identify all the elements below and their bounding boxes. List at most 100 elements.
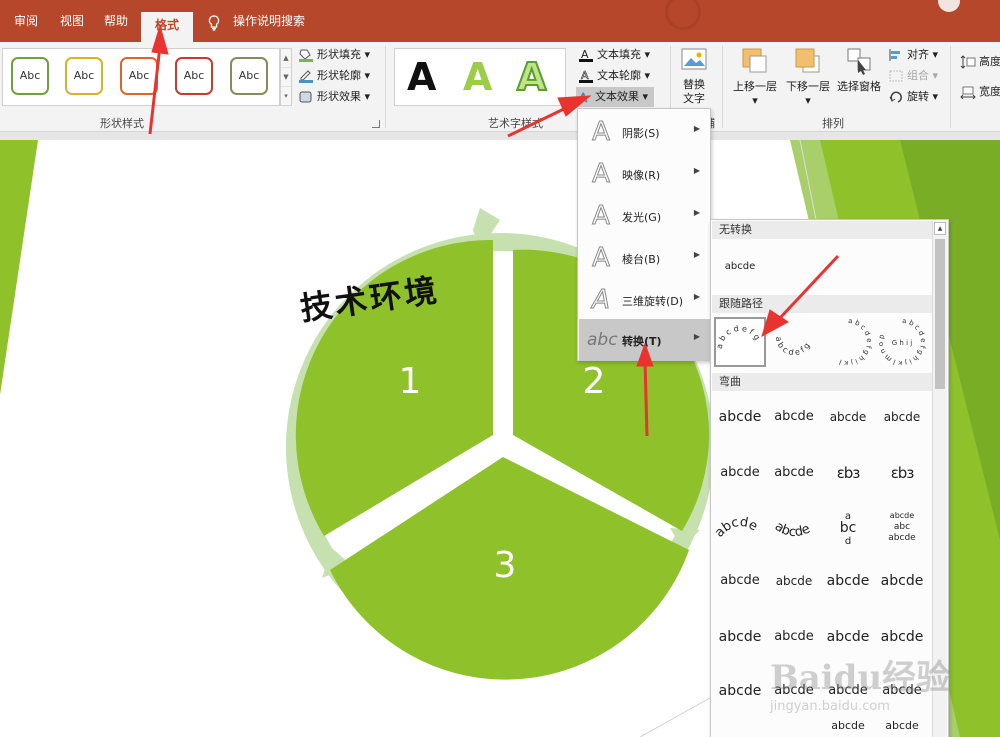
menu-item-bevel[interactable]: A 棱台(B) ▶ [579,237,710,278]
shape-style-green[interactable]: Abc [11,57,49,95]
shape-effects-button[interactable]: 形状效果 ▾ [298,87,370,107]
segment-number-3: 3 [494,545,517,586]
svg-text:a b c d e f g: a b c d e f g [774,336,812,357]
ribbon-tab-bar: 审阅 视图 帮助 格式 操作说明搜索 [0,0,1000,42]
selection-pane-icon [847,48,871,75]
wordart-black[interactable]: A [407,55,436,99]
warp-option[interactable]: abcde [823,558,873,604]
bring-forward-button[interactable]: 上移一层 ▾ [730,46,780,108]
follow-path-arch-up[interactable]: a b c d e f g [714,317,766,367]
text-effects-icon: A [579,91,589,104]
menu-item-reflection[interactable]: A 映像(R) ▶ [579,153,710,194]
warp-option[interactable]: abcde [712,504,765,550]
warp-option[interactable]: abcde [877,558,927,604]
warp-circle-icon: abcd [840,511,857,547]
scrollbar-thumb[interactable] [935,239,945,389]
pen-icon [299,70,313,83]
shape-style-orange[interactable]: Abc [120,57,158,95]
circle-path-icon: a b c d e f g h i j k l [838,317,873,367]
paint-bucket-icon [299,49,313,62]
warp-option[interactable]: abcde [715,394,765,440]
warp-option[interactable]: abcde [715,668,765,714]
baidu-watermark-logo: Baidu经验 [770,658,951,698]
warp-option[interactable]: abcde [769,450,819,496]
svg-text:abc: abc [894,522,910,532]
segment-number-1: 1 [399,361,422,402]
transform-abc-icon: abc [587,330,618,350]
follow-path-button[interactable]: a b c d e f g h i j k l m n o pG h i j [877,317,927,367]
svg-text:d: d [845,536,851,547]
menu-item-transform[interactable]: abc 转换(T) ▶ [579,319,710,360]
warp-header: 弯曲 [712,373,932,391]
warp-option[interactable]: ɛbɜ [877,450,927,496]
warp-option[interactable]: abcde abc abcde [877,504,927,550]
tab-format[interactable]: 格式 [141,12,194,42]
shape-style-gold[interactable]: Abc [65,57,103,95]
warp-option[interactable]: abcde [715,614,765,660]
decorative-circle [665,0,701,30]
warp-option[interactable]: abcde [769,504,819,550]
menu-item-glow[interactable]: A 发光(G) ▶ [579,195,710,236]
reflection-a-icon: A [592,159,611,190]
selection-pane-button[interactable]: 选择窗格 [834,46,884,94]
menu-item-3d-rotation[interactable]: A 三维旋转(D) ▶ [579,279,710,320]
shape-styles-gallery: Abc Abc Abc Abc Abc [2,48,280,106]
text-outline-button[interactable]: A 文本轮廓 ▾ [578,66,650,86]
height-field[interactable]: 高度 [960,52,1000,72]
shape-style-red[interactable]: Abc [175,57,213,95]
tab-review[interactable]: 审阅 [14,10,38,32]
rotate-button[interactable]: 旋转 ▾ [888,87,938,107]
send-backward-button[interactable]: 下移一层 ▾ [782,46,834,108]
glow-a-icon: A [592,201,611,232]
group-button[interactable]: 组合 ▾ [888,66,938,86]
width-icon [960,86,976,99]
tab-help[interactable]: 帮助 [104,10,128,32]
shape-gallery-scroll[interactable]: ▲ ▼ ▾ [280,48,292,106]
tell-me-search[interactable]: 操作说明搜索 [233,10,305,32]
gallery-down-icon[interactable]: ▼ [281,68,291,87]
shape-fill-button[interactable]: 形状填充 ▾ [298,45,370,65]
warp-option[interactable]: abcde [877,394,927,440]
warp-option[interactable]: ɛbɜ [823,450,873,496]
tab-view[interactable]: 视图 [60,10,84,32]
warp-option[interactable]: abcde [715,558,765,604]
user-avatar[interactable] [938,0,960,12]
width-field[interactable]: 宽度 [960,82,1000,102]
submenu-arrow-icon: ▶ [693,166,700,175]
follow-path-arch-down[interactable]: a b c d e f g [769,319,819,365]
warp-option[interactable]: abcde [823,714,873,737]
shadow-a-icon: A [592,117,611,148]
wordart-green-outline[interactable]: A [516,54,547,100]
menu-item-shadow[interactable]: A 阴影(S) ▶ [579,111,710,152]
shape-style-olive[interactable]: Abc [230,57,268,95]
rotate-icon [889,91,902,103]
follow-path-circle[interactable]: a b c d e f g h i j k l [823,317,873,367]
shape-styles-launcher-icon[interactable] [372,120,380,128]
send-backward-icon [795,48,820,73]
group-divider [950,46,951,128]
warp-option[interactable]: abcde [823,394,873,440]
wordart-green[interactable]: A [463,55,492,99]
no-transform-option[interactable]: abcde [715,244,765,290]
text-fill-icon: A [579,48,593,62]
gallery-more-icon[interactable]: ▾ [281,87,291,106]
scroll-up-icon[interactable]: ▲ [934,222,946,235]
wordart-group-label: 艺术字样式 [488,117,543,130]
arch-up-icon: a b c d e f g [715,324,762,349]
svg-text:abcde: abcde [772,519,813,540]
bring-forward-icon [742,48,767,73]
text-fill-button[interactable]: A 文本填充 ▾ [578,45,650,65]
warp-option[interactable]: abcde [769,394,819,440]
warp-option[interactable]: a bc d [823,504,873,550]
warp-option[interactable]: abcde [877,714,927,737]
align-button[interactable]: 对齐 ▾ [888,45,938,65]
text-effects-button[interactable]: A 文本效果 ▾ [576,87,655,107]
shape-outline-button[interactable]: 形状轮廓 ▾ [298,66,370,86]
warp-arch-down-icon: abcde [772,519,813,540]
lightbulb-icon[interactable] [208,15,220,31]
arch-down-icon: a b c d e f g [774,336,812,357]
gallery-up-icon[interactable]: ▲ [281,49,291,68]
warp-option[interactable]: abcde [769,558,819,604]
alt-text-button[interactable]: 替换 文字 [676,46,712,106]
warp-option[interactable]: abcde [715,450,765,496]
